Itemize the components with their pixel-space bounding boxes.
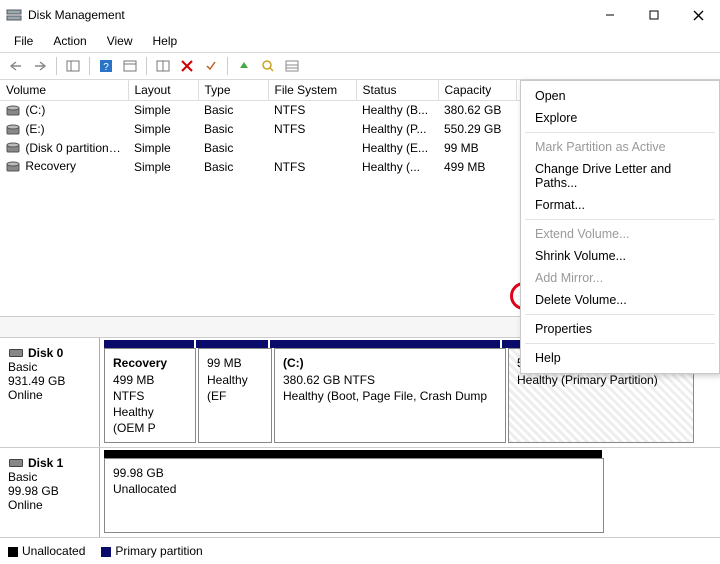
svg-text:?: ? [103,62,109,73]
legend-swatch-primary [101,547,111,557]
menu-item-change-drive-letter-and-paths[interactable]: Change Drive Letter and Paths... [521,158,719,194]
up-arrow-icon[interactable] [234,56,254,76]
menu-item-mark-partition-as-active: Mark Partition as Active [521,136,719,158]
disk-1-size: 99.98 GB [8,484,91,498]
minimize-button[interactable] [588,0,632,30]
menu-item-open[interactable]: Open [521,85,719,107]
col-capacity[interactable]: Capacity [438,80,516,101]
menu-item-delete-volume[interactable]: Delete Volume... [521,289,719,311]
disk-1-type: Basic [8,470,91,484]
col-layout[interactable]: Layout [128,80,198,101]
legend-swatch-unallocated [8,547,18,557]
partition-box[interactable]: Recovery499 MB NTFSHealthy (OEM P [104,348,196,443]
disk-1-header[interactable]: Disk 1 Basic 99.98 GB Online [0,448,100,537]
toolbar: ? [0,52,720,80]
partition-box[interactable]: 99.98 GBUnallocated [104,458,604,533]
menu-item-properties[interactable]: Properties [521,318,719,340]
menu-action[interactable]: Action [45,32,94,50]
menu-item-format[interactable]: Format... [521,194,719,216]
disk-0-size: 931.49 GB [8,374,91,388]
search-icon[interactable] [258,56,278,76]
menu-item-add-mirror: Add Mirror... [521,267,719,289]
volume-icon [6,123,20,137]
menu-item-shrink-volume[interactable]: Shrink Volume... [521,245,719,267]
menu-item-extend-volume: Extend Volume... [521,223,719,245]
forward-icon[interactable] [30,56,50,76]
legend: Unallocated Primary partition [0,538,720,564]
context-menu: OpenExplore Mark Partition as ActiveChang… [520,80,720,374]
menu-file[interactable]: File [6,32,41,50]
help-icon[interactable]: ? [96,56,116,76]
menubar: File Action View Help [0,30,720,52]
menu-help[interactable]: Help [145,32,186,50]
col-volume[interactable]: Volume [0,80,128,101]
back-icon[interactable] [6,56,26,76]
volume-icon [6,141,20,155]
disk-icon [8,457,24,469]
disk-0-name: Disk 0 [28,346,63,360]
partition-box[interactable]: 99 MBHealthy (EF [198,348,272,443]
menu-item-help[interactable]: Help [521,347,719,369]
panel-icon[interactable] [63,56,83,76]
window-title: Disk Management [28,8,588,22]
window-titlebar: Disk Management [0,0,720,30]
refresh-icon[interactable] [120,56,140,76]
disk-1-row: Disk 1 Basic 99.98 GB Online 99.98 GBUna… [0,448,720,538]
col-filesystem[interactable]: File System [268,80,356,101]
menu-view[interactable]: View [99,32,141,50]
partition-box[interactable]: (C:)380.62 GB NTFSHealthy (Boot, Page Fi… [274,348,506,443]
disk-icon [8,347,24,359]
grid-icon[interactable] [153,56,173,76]
disk-1-name: Disk 1 [28,456,63,470]
delete-icon[interactable] [177,56,197,76]
legend-primary: Primary partition [115,544,202,558]
volume-icon [6,160,20,174]
disk-1-state: Online [8,498,91,512]
check-icon[interactable] [201,56,221,76]
disk-0-state: Online [8,388,91,402]
disk-0-header[interactable]: Disk 0 Basic 931.49 GB Online [0,338,100,447]
maximize-button[interactable] [632,0,676,30]
col-status[interactable]: Status [356,80,438,101]
menu-item-explore[interactable]: Explore [521,107,719,129]
legend-unallocated: Unallocated [22,544,85,558]
close-button[interactable] [676,0,720,30]
col-type[interactable]: Type [198,80,268,101]
volume-list: Volume Layout Type File System Status Ca… [0,80,720,316]
disk-0-type: Basic [8,360,91,374]
list-icon[interactable] [282,56,302,76]
app-icon [6,7,22,23]
volume-icon [6,104,20,118]
